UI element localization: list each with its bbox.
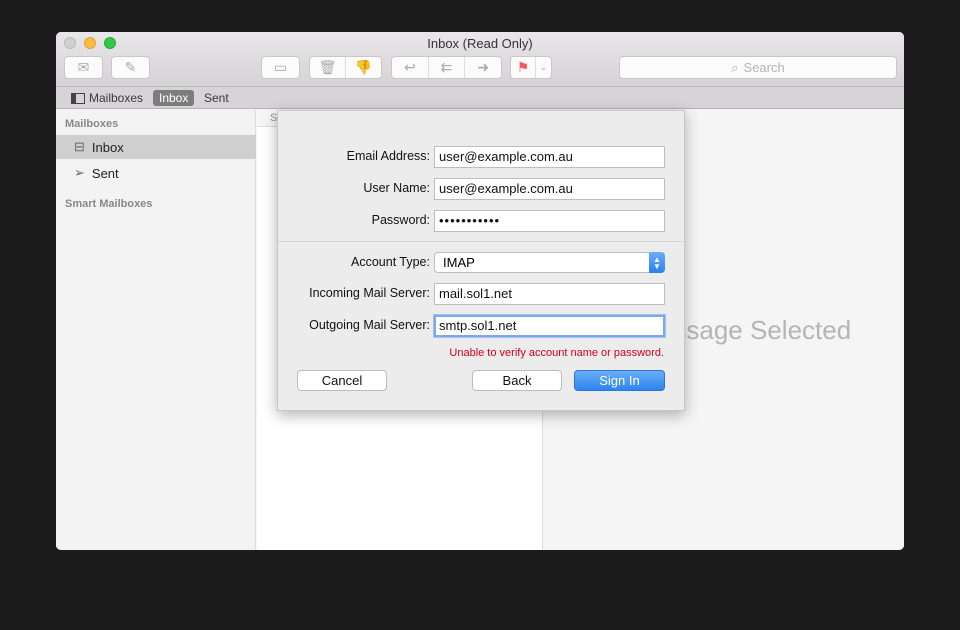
sidebar-icon [71,92,85,104]
junk-button[interactable]: 👎 [346,57,381,78]
sent-icon: ➢ [74,165,85,180]
sidebar-item-inbox[interactable]: ⊟ Inbox [56,135,256,159]
favorite-sent[interactable]: Sent [198,90,235,106]
compose-button[interactable]: ✎ [111,56,150,79]
search-icon: ⌕ [731,59,739,75]
sidebar-item-label: Inbox [91,139,124,155]
mailboxes-toggle[interactable]: Mailboxes [65,90,149,106]
account-type-label: Account Type: [351,255,430,269]
password-label: Password: [371,213,430,227]
error-message: Unable to verify account name or passwor… [449,347,664,359]
delete-junk-group: 🗑 👎 [309,56,382,79]
account-type-value: IMAP [443,255,475,270]
delete-button[interactable]: 🗑 [310,57,346,78]
get-mail-button[interactable]: ✉ [64,56,103,79]
envelope-icon: ✉ [77,59,90,75]
outgoing-server-field[interactable]: smtp.sol1.net [434,315,665,337]
compose-icon: ✎ [124,59,137,75]
chevron-down-icon: ⌄ [539,62,548,72]
mailboxes-header: Mailboxes [65,118,119,130]
search-field[interactable]: ⌕ Search [619,56,897,79]
sidebar-item-label: Sent [91,165,119,181]
account-type-select[interactable]: IMAP ▲ ▼ [434,252,665,273]
reply-group: ↩ ⇇ ➜ [391,56,502,79]
forward-button[interactable]: ➜ [465,57,501,78]
account-setup-dialog: Email Address: user@example.com.au User N… [277,110,685,411]
titlebar: Inbox (Read Only) ✉ ✎ ▭ 🗑 👎 ↩ ⇇ ➜ ⚑ ⌄ ⌕ … [56,32,904,87]
trash-icon: 🗑 [318,59,337,75]
email-label: Email Address: [346,149,430,163]
smart-mailboxes-header[interactable]: Smart Mailboxes [65,198,152,210]
archive-icon: ▭ [273,59,288,75]
window-title: Inbox (Read Only) [427,36,533,51]
archive-button[interactable]: ▭ [261,56,300,79]
favorite-inbox[interactable]: Inbox [153,90,195,106]
outgoing-server-label: Outgoing Mail Server: [309,318,430,332]
username-label: User Name: [363,181,430,195]
reply-button[interactable]: ↩ [392,57,429,78]
forward-icon: ➜ [477,59,490,75]
flag-icon: ⚑ [516,59,530,75]
favorites-bar: Mailboxes Inbox Sent [56,87,904,109]
flag-button[interactable]: ⚑ [511,57,536,78]
reply-icon: ↩ [403,59,416,75]
username-field[interactable]: user@example.com.au [434,178,665,200]
sidebar: Mailboxes ⊟ Inbox ➢ Sent Smart Mailboxes [56,110,256,550]
email-field[interactable]: user@example.com.au [434,146,665,168]
divider [278,241,684,242]
search-placeholder: Search [743,60,785,75]
mailboxes-label: Mailboxes [89,91,144,105]
incoming-server-field[interactable]: mail.sol1.net [434,283,665,305]
incoming-server-label: Incoming Mail Server: [309,286,430,300]
flag-menu-button[interactable]: ⌄ [536,57,551,78]
inbox-icon: ⊟ [74,139,85,154]
stepper-chevrons-icon: ▲ ▼ [649,252,665,273]
flag-group: ⚑ ⌄ [510,56,552,79]
junk-icon: 👎 [354,59,373,75]
cancel-button[interactable]: Cancel [297,370,387,391]
reply-all-icon: ⇇ [440,59,453,75]
sidebar-item-sent[interactable]: ➢ Sent [56,161,256,185]
back-button[interactable]: Back [472,370,562,391]
sign-in-button[interactable]: Sign In [574,370,665,391]
password-field[interactable]: ••••••••••• [434,210,665,232]
reply-all-button[interactable]: ⇇ [429,57,466,78]
